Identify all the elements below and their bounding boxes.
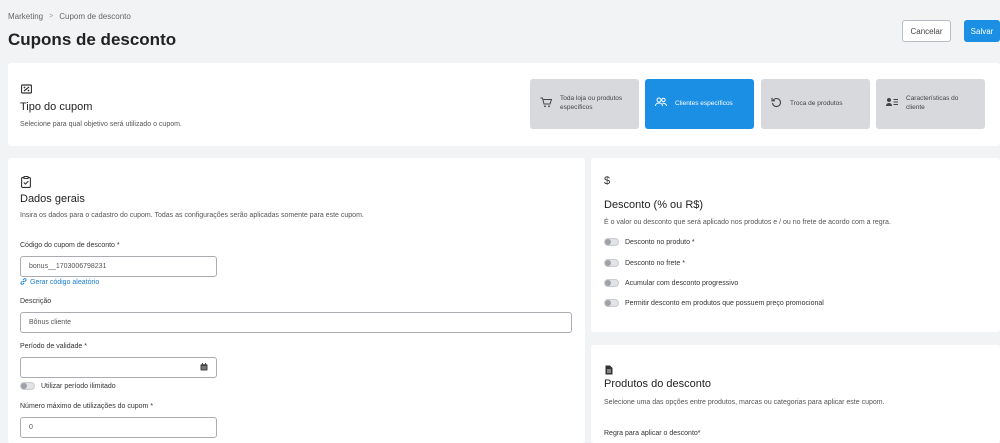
discount-rule-label: Regra para aplicar o desconto*: [604, 430, 701, 437]
toggle-progressive-discount: Acumular com desconto progressivo: [604, 279, 738, 287]
type-option-store-products[interactable]: Toda loja ou produtos específicos: [530, 79, 639, 129]
validity-label: Período de validade *: [20, 343, 87, 350]
dollar-icon: $: [604, 175, 611, 187]
toggle-product-discount: Desconto no produto *: [604, 238, 695, 246]
random-code-label: Gerar código aleatório: [30, 279, 100, 286]
description-value: Bônus cliente: [29, 319, 72, 326]
general-data-title: Dados gerais: [20, 193, 85, 205]
validity-input[interactable]: [20, 357, 217, 378]
breadcrumb-root[interactable]: Marketing: [8, 12, 43, 21]
unlimited-period-toggle[interactable]: [20, 382, 35, 390]
toggle-promotional-price: Permitir desconto em produtos que possue…: [604, 299, 824, 307]
description-label: Descrição: [20, 298, 52, 305]
type-option-specific-clients[interactable]: Clientes específicos: [645, 79, 754, 129]
type-option-label: Troca de produtos: [790, 99, 843, 107]
products-title: Produtos do desconto: [604, 378, 712, 390]
cart-icon: [540, 97, 553, 112]
type-option-label: Características do cliente: [906, 95, 959, 111]
shipping-discount-toggle[interactable]: [604, 259, 619, 267]
type-option-product-exchange[interactable]: Troca de produtos: [761, 79, 870, 129]
type-option-client-characteristics[interactable]: Características do cliente: [876, 79, 985, 129]
promotional-price-toggle[interactable]: [604, 299, 619, 307]
general-data-card: Dados gerais Insira os dados para o cada…: [8, 158, 585, 443]
coupon-type-title: Tipo do cupom: [20, 101, 93, 113]
calendar-icon[interactable]: [200, 362, 208, 373]
products-subtitle: Selecione uma das opções entre produtos,…: [604, 399, 885, 406]
link-icon: [20, 278, 27, 287]
description-input[interactable]: Bônus cliente: [20, 312, 572, 333]
product-discount-toggle[interactable]: [604, 238, 619, 246]
coupon-icon: [20, 81, 33, 99]
toggle-shipping-discount: Desconto no frete *: [604, 259, 685, 267]
cancel-button[interactable]: Cancelar: [902, 20, 951, 42]
coupon-type-subtitle: Selecione para qual objetivo será utiliz…: [20, 121, 182, 128]
discount-card: $ Desconto (% ou R$) É o valor ou descon…: [591, 158, 1000, 332]
users-icon: [655, 97, 667, 111]
general-data-subtitle: Insira os dados para o cadastro do cupom…: [20, 212, 364, 219]
coupon-code-input[interactable]: bonus__1703006798231: [20, 256, 217, 277]
coupon-code-value: bonus__1703006798231: [29, 263, 107, 270]
unlimited-period-label: Utilizar período ilimitado: [41, 382, 116, 390]
rotate-icon: [771, 97, 782, 112]
toggle-label: Desconto no frete *: [625, 259, 685, 267]
user-list-icon: [886, 97, 898, 111]
products-card: Produtos do desconto Selecione uma das o…: [591, 345, 1000, 443]
page-title: Cupons de desconto: [8, 30, 177, 49]
max-uses-label: Número máximo de utilizações do cupom *: [20, 403, 154, 410]
progressive-discount-toggle[interactable]: [604, 279, 619, 287]
breadcrumb-separator: >: [49, 13, 54, 20]
type-option-label: Clientes específicos: [675, 99, 733, 107]
discount-subtitle: É o valor ou desconto que será aplicado …: [604, 219, 891, 226]
clipboard-check-icon: [21, 175, 31, 193]
coupon-code-label: Código do cupom de desconto *: [20, 242, 120, 249]
unlimited-period-row: Utilizar período ilimitado: [20, 382, 116, 390]
save-button[interactable]: Salvar: [964, 20, 1000, 42]
discount-title: Desconto (% ou R$): [604, 199, 704, 211]
toggle-label: Desconto no produto *: [625, 238, 695, 246]
random-code-link[interactable]: Gerar código aleatório: [20, 278, 99, 287]
coupon-type-card: Tipo do cupom Selecione para qual objeti…: [8, 63, 1000, 146]
max-uses-input[interactable]: 0: [20, 417, 217, 438]
toggle-label: Acumular com desconto progressivo: [625, 279, 739, 287]
type-option-label: Toda loja ou produtos específicos: [560, 95, 623, 111]
max-uses-value: 0: [29, 424, 33, 431]
breadcrumb: Marketing > Cupom de desconto: [8, 12, 131, 21]
toggle-label: Permitir desconto em produtos que possue…: [625, 299, 824, 307]
breadcrumb-current: Cupom de desconto: [59, 12, 131, 21]
